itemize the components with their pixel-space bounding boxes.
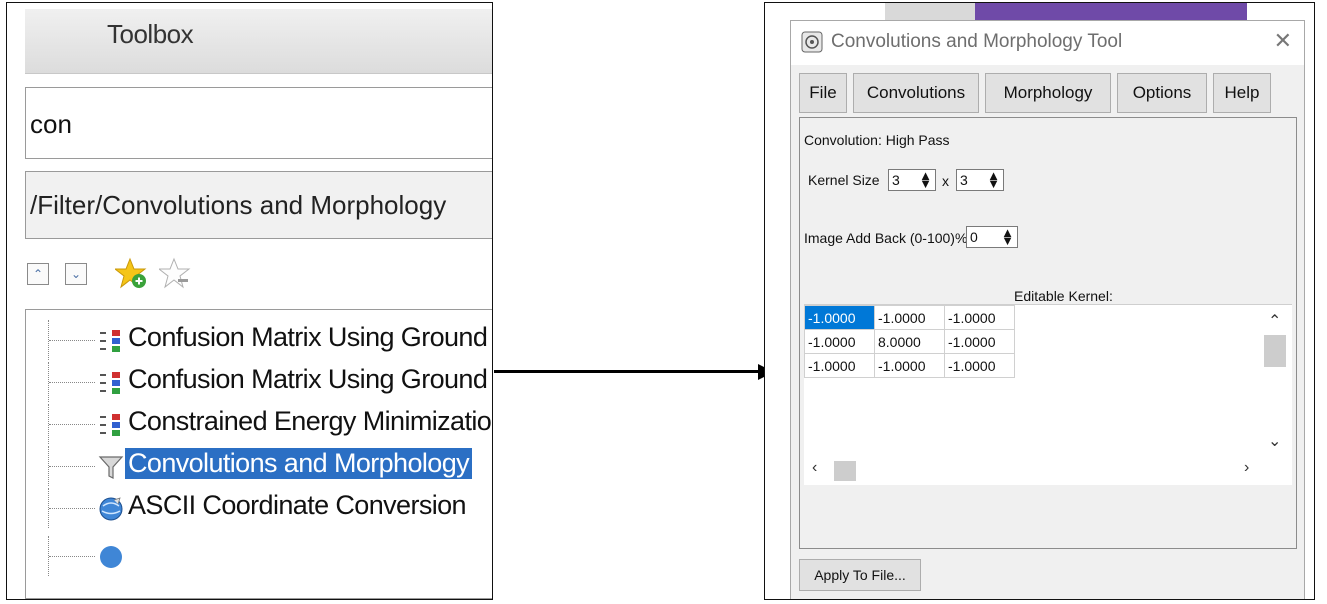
spin-arrows-icon[interactable]: ▲ ▼ — [1001, 226, 1014, 247]
menu-help[interactable]: Help — [1213, 73, 1271, 113]
collapse-up-button[interactable]: ⌃ — [27, 263, 49, 285]
toolbox-search-input[interactable]: con — [25, 87, 492, 159]
tool-icon — [100, 414, 120, 436]
tree-item-constrained-energy[interactable]: Constrained Energy Minimization Cla — [26, 404, 493, 444]
toolbox-header: Toolbox — [25, 9, 492, 74]
dialog-content: Convolution: High Pass Kernel Size 3 ▲ ▼ … — [799, 117, 1297, 549]
menu-convolutions[interactable]: Convolutions — [853, 73, 979, 113]
apply-to-file-button[interactable]: Apply To File... — [799, 559, 921, 591]
tool-icon — [100, 372, 120, 394]
dialog-title: Convolutions and Morphology Tool — [831, 31, 1123, 52]
scroll-up-icon[interactable]: ⌃ — [1268, 311, 1281, 331]
vertical-scrollbar-thumb[interactable] — [1264, 335, 1286, 367]
kernel-cell[interactable]: -1.0000 — [804, 353, 875, 378]
toolbox-title: Toolbox — [107, 19, 194, 49]
kernel-cell[interactable]: -1.0000 — [944, 305, 1015, 330]
menu-file[interactable]: File — [799, 73, 847, 113]
close-icon[interactable]: ✕ — [1274, 28, 1292, 54]
background-image-strip — [975, 3, 1247, 21]
scroll-down-icon[interactable]: ⌄ — [1268, 431, 1281, 451]
globe-icon — [99, 497, 123, 521]
toolbox-toolbar: ⌃ ⌄ — [25, 251, 492, 303]
scroll-right-icon[interactable]: › — [1244, 459, 1249, 477]
kernel-size-y-spinbox[interactable]: 3 ▲ ▼ — [956, 169, 1004, 191]
tree-item-label: Constrained Energy Minimization Cla — [128, 406, 493, 436]
tree-item-label: Confusion Matrix Using Ground Truth — [128, 364, 492, 394]
kernel-size-y-value: 3 — [960, 172, 968, 188]
image-add-back-label: Image Add Back (0-100)% — [804, 230, 968, 246]
tree-item-label: ASCII Coordinate Conversion — [128, 490, 467, 520]
horizontal-scrollbar-thumb[interactable] — [834, 461, 856, 481]
kernel-cell[interactable]: -1.0000 — [944, 353, 1015, 378]
kernel-cell[interactable]: -1.0000 — [874, 353, 945, 378]
tree-item-confusion-matrix-1[interactable]: Confusion Matrix Using Ground Truth — [26, 320, 492, 360]
kernel-cell[interactable]: -1.0000 — [944, 329, 1015, 354]
expand-down-button[interactable]: ⌄ — [65, 263, 87, 285]
toolbox-path-field[interactable]: /Filter/Convolutions and Morphology — [25, 171, 492, 239]
filter-funnel-icon — [98, 456, 124, 479]
menu-options[interactable]: Options — [1117, 73, 1207, 113]
image-add-back-value: 0 — [970, 229, 978, 245]
globe-icon — [100, 546, 122, 568]
background-window-strip — [885, 3, 975, 21]
kernel-size-x-value: 3 — [892, 172, 900, 188]
kernel-size-x-spinbox[interactable]: 3 ▲ ▼ — [888, 169, 936, 191]
dialog-titlebar: Convolutions and Morphology Tool ✕ — [791, 21, 1304, 65]
convolution-type-label: Convolution: High Pass — [804, 132, 950, 148]
image-add-back-spinbox[interactable]: 0 ▲ ▼ — [966, 226, 1018, 248]
kernel-cell[interactable]: -1.0000 — [804, 329, 875, 354]
add-favorite-star-icon[interactable] — [115, 257, 149, 291]
tree-item-confusion-matrix-2[interactable]: Confusion Matrix Using Ground Truth — [26, 362, 492, 402]
scroll-left-icon[interactable]: ‹ — [812, 459, 817, 477]
tree-item-label: Convolutions and Morphology — [125, 448, 473, 479]
editable-kernel-label: Editable Kernel: — [1014, 288, 1113, 304]
toolbox-tree: Confusion Matrix Using Ground Truth Conf… — [25, 309, 493, 599]
kernel-cell[interactable]: -1.0000 — [874, 305, 945, 330]
dialog-panel: Convolutions and Morphology Tool ✕ File … — [764, 2, 1315, 600]
kernel-table: -1.0000 -1.0000 -1.0000 -1.0000 8.0000 -… — [804, 305, 1015, 378]
kernel-cell[interactable]: -1.0000 — [804, 305, 875, 330]
kernel-grid-area: -1.0000 -1.0000 -1.0000 -1.0000 8.0000 -… — [804, 304, 1292, 485]
tool-icon — [100, 330, 120, 352]
app-icon — [801, 31, 823, 53]
dialog-menubar: File Convolutions Morphology Options Hel… — [791, 73, 1304, 117]
spin-arrows-icon[interactable]: ▲ ▼ — [919, 169, 932, 190]
tree-item-convolutions-morphology[interactable]: Convolutions and Morphology — [26, 446, 492, 486]
arrow-line — [494, 370, 762, 373]
tree-item-partial — [26, 536, 492, 576]
toolbox-panel: Toolbox con /Filter/Convolutions and Mor… — [6, 2, 493, 600]
tree-item-label: Confusion Matrix Using Ground Truth — [128, 322, 492, 352]
tree-item-ascii-coordinate[interactable]: ASCII Coordinate Conversion — [26, 488, 492, 528]
remove-favorite-star-icon[interactable] — [159, 257, 193, 291]
kernel-cell[interactable]: 8.0000 — [874, 329, 945, 354]
convolutions-dialog: Convolutions and Morphology Tool ✕ File … — [790, 20, 1305, 599]
kernel-row: -1.0000 -1.0000 -1.0000 — [804, 353, 1015, 378]
kernel-size-separator: x — [942, 173, 949, 189]
kernel-size-label: Kernel Size — [808, 172, 880, 188]
kernel-row: -1.0000 8.0000 -1.0000 — [804, 329, 1015, 354]
kernel-row: -1.0000 -1.0000 -1.0000 — [804, 305, 1015, 330]
spin-arrows-icon[interactable]: ▲ ▼ — [987, 169, 1000, 190]
menu-morphology[interactable]: Morphology — [985, 73, 1111, 113]
